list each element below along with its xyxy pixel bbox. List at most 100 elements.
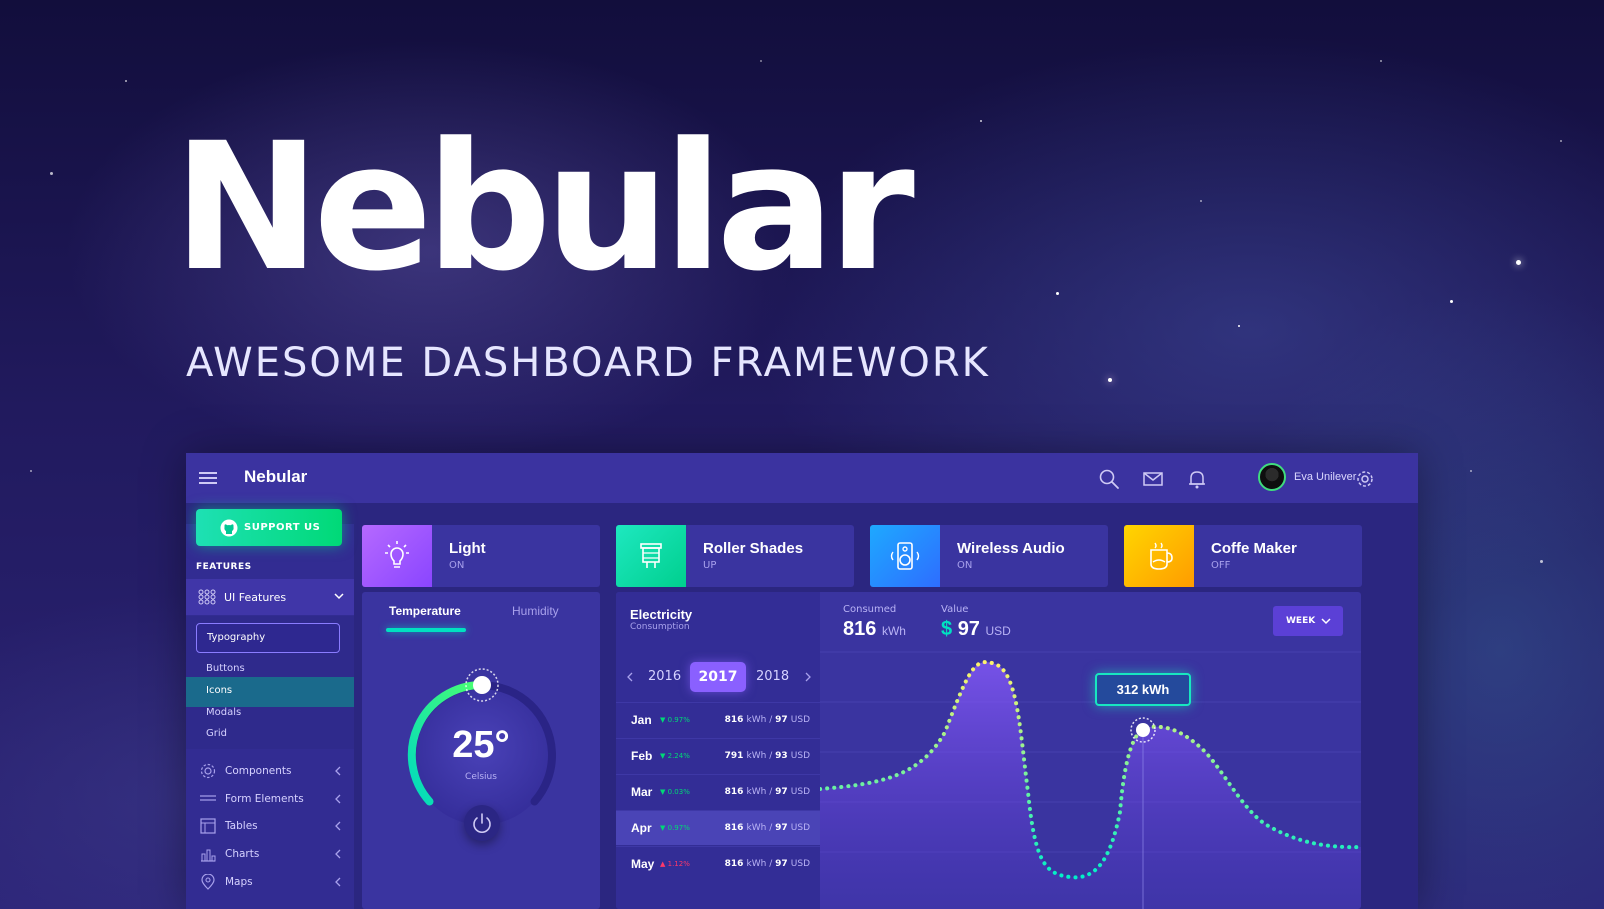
separator: / — [766, 859, 776, 869]
month-name: Feb — [631, 749, 653, 763]
sidebar: SUPPORT US FEATURES UI Features Typograp… — [186, 509, 354, 909]
avatar — [1258, 463, 1286, 491]
month-row-may[interactable]: May ▲ 1.12% 816 kWh / 97 USD — [616, 846, 820, 881]
sidebar-item-form-elements[interactable]: Form Elements — [186, 785, 354, 813]
month-usd: 97 — [775, 859, 788, 869]
sidebar-item-grid[interactable]: Grid — [206, 728, 227, 739]
dashboard-window: Nebular Eva Unilever SUPPORT US FEATURES… — [186, 453, 1418, 909]
unit-usd: USD — [790, 751, 810, 761]
month-delta: ▲ 1.12% — [660, 860, 690, 868]
header-brand[interactable]: Nebular — [244, 467, 307, 487]
support-us-label: SUPPORT US — [244, 522, 321, 533]
temperature-knob — [473, 676, 491, 694]
mail-icon[interactable] — [1142, 468, 1164, 490]
chart-point-marker — [1136, 723, 1150, 737]
month-kwh: 816 — [724, 787, 744, 797]
menu-icon[interactable] — [199, 472, 217, 484]
year-2018[interactable]: 2018 — [756, 669, 789, 684]
settings-icon[interactable] — [1354, 468, 1376, 490]
arrow-down-icon: ▼ — [660, 752, 668, 760]
unit-kwh: kWh — [746, 751, 767, 761]
unit-kwh: kWh — [746, 787, 767, 797]
month-delta-value: 0.97% — [667, 716, 690, 724]
month-name: Jan — [631, 713, 652, 727]
power-button[interactable] — [464, 805, 500, 841]
device-title: Roller Shades — [703, 540, 804, 557]
unit-usd: USD — [790, 859, 810, 869]
grid-dots-icon — [198, 589, 216, 605]
temperature-unit: Celsius — [465, 772, 497, 782]
power-icon — [473, 813, 491, 833]
lightbulb-icon — [385, 541, 409, 568]
features-heading: FEATURES — [196, 562, 252, 572]
components-icon — [200, 763, 216, 779]
sidebar-item-modals[interactable]: Modals — [206, 707, 241, 718]
search-icon[interactable] — [1098, 468, 1120, 490]
device-card-coffee-maker[interactable]: Coffe Maker OFF — [1124, 525, 1362, 587]
month-usd: 97 — [775, 787, 788, 797]
month-row-mar[interactable]: Mar ▼ 0.03% 816 kWh / 97 USD — [616, 774, 820, 809]
support-us-button[interactable]: SUPPORT US — [196, 509, 342, 546]
chart-icon — [201, 849, 216, 862]
device-card-wireless-audio[interactable]: Wireless Audio ON — [870, 525, 1108, 587]
month-value: 816 kWh / 97 USD — [725, 823, 810, 833]
consumption-curve — [820, 651, 1361, 909]
year-2016[interactable]: 2016 — [648, 669, 681, 684]
month-row-feb[interactable]: Feb ▼ 2.24% 791 kWh / 93 USD — [616, 738, 820, 773]
user-menu[interactable]: Eva Unilever — [1258, 463, 1356, 491]
unit-kwh: kWh — [746, 859, 767, 869]
month-usd: 93 — [775, 751, 788, 761]
chevron-left-icon — [335, 877, 341, 887]
sidebar-item-ui-features[interactable]: UI Features — [186, 579, 354, 615]
arrow-down-icon: ▼ — [660, 788, 668, 796]
month-kwh: 816 — [724, 823, 744, 833]
month-delta: ▼ 0.97% — [660, 824, 690, 832]
month-delta: ▼ 0.97% — [660, 716, 690, 724]
month-delta-value: 0.97% — [667, 824, 690, 832]
month-row-jan[interactable]: Jan ▼ 0.97% 816 kWh / 97 USD — [616, 702, 820, 737]
temperature-panel: Temperature Humidity 25° Celsius — [362, 592, 600, 909]
separator: / — [766, 787, 776, 797]
sidebar-item-tables[interactable]: Tables — [186, 812, 354, 840]
sidebar-item-buttons[interactable]: Buttons — [206, 663, 245, 674]
sidebar-item-icons[interactable]: Icons — [206, 685, 232, 696]
month-delta-value: 2.24% — [667, 752, 690, 760]
sidebar-item-label: Maps — [225, 876, 253, 888]
month-usd: 97 — [775, 823, 788, 833]
chevron-right-icon[interactable] — [804, 671, 812, 683]
device-card-light[interactable]: Light ON — [362, 525, 600, 587]
chevron-left-icon — [335, 821, 341, 831]
unit-usd: USD — [790, 715, 810, 725]
arrow-down-icon: ▼ — [660, 824, 668, 832]
device-card-roller-shades[interactable]: Roller Shades UP — [616, 525, 854, 587]
unit-usd: USD — [790, 823, 810, 833]
month-row-apr[interactable]: Apr ▼ 0.97% 816 kWh / 97 USD — [616, 810, 820, 845]
chart-tooltip: 312 kWh — [1095, 673, 1191, 706]
hero-subtitle: AWESOME DASHBOARD FRAMEWORK — [186, 340, 990, 386]
sidebar-item-typography[interactable]: Typography — [196, 623, 340, 653]
sidebar-item-maps[interactable]: Maps — [186, 868, 354, 896]
month-value: 816 kWh / 97 USD — [725, 787, 810, 797]
chart-area-fill — [820, 662, 1361, 909]
header-bar: Nebular Eva Unilever — [186, 453, 1418, 503]
unit-kwh: kWh — [746, 715, 767, 725]
user-name: Eva Unilever — [1294, 471, 1357, 483]
bell-icon[interactable] — [1186, 468, 1208, 490]
month-delta: ▼ 0.03% — [660, 788, 690, 796]
month-delta: ▼ 2.24% — [660, 752, 690, 760]
chevron-left-icon[interactable] — [626, 671, 634, 683]
device-status: OFF — [1211, 560, 1231, 571]
month-kwh: 816 — [724, 859, 744, 869]
chevron-down-icon — [334, 593, 344, 600]
chevron-left-icon — [335, 766, 341, 776]
coffee-maker-icon — [1150, 542, 1173, 570]
sidebar-item-components[interactable]: Components — [186, 757, 354, 785]
device-icon-box — [362, 525, 432, 587]
sidebar-item-label: Tables — [225, 820, 258, 832]
sidebar-item-charts[interactable]: Charts — [186, 840, 354, 868]
month-kwh: 816 — [724, 715, 744, 725]
electricity-panel: Electricity Consumption 2016 2017 2018 J… — [616, 592, 1361, 909]
consumption-chart: Consumed 816 kWh Value $ 97 USD WEEK 312… — [820, 592, 1361, 909]
year-2017[interactable]: 2017 — [690, 662, 746, 692]
device-title: Wireless Audio — [957, 540, 1065, 557]
